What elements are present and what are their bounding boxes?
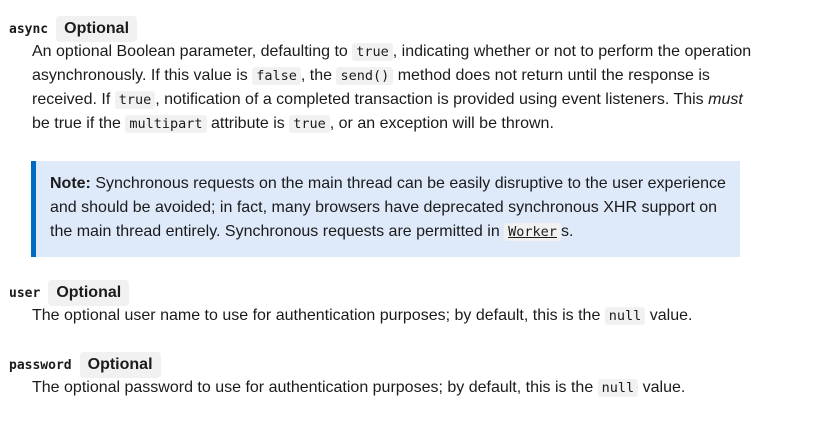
code-true: true <box>289 115 330 133</box>
emphasis-must: must <box>708 91 743 108</box>
code-null: null <box>597 379 639 397</box>
note-text: Synchronous requests on the main thread … <box>50 175 726 240</box>
desc-text: The optional user name to use for authen… <box>32 307 605 324</box>
code-false: false <box>252 67 301 85</box>
desc-text: value. <box>645 307 693 324</box>
code-true: true <box>114 91 156 109</box>
code-null: null <box>604 307 646 325</box>
param-password-term: password Optional <box>9 352 161 378</box>
note-label: Note: <box>50 175 91 192</box>
param-async-description: An optional Boolean parameter, defaultin… <box>32 40 752 136</box>
optional-badge: Optional <box>48 280 130 306</box>
param-async-term: async Optional <box>9 16 138 42</box>
code-true: true <box>352 43 393 61</box>
desc-text: , or an exception will be thrown. <box>329 115 554 132</box>
param-user-description: The optional user name to use for authen… <box>32 304 752 328</box>
desc-text: be true if the <box>32 115 126 132</box>
desc-text: , notification of a completed transactio… <box>155 91 709 108</box>
param-async-name: async <box>9 21 49 37</box>
desc-text: , the <box>300 67 337 84</box>
param-password-description: The optional password to use for authent… <box>32 376 752 400</box>
note-text-end: s. <box>560 223 574 240</box>
optional-badge: Optional <box>56 16 138 42</box>
note-callout: Note: Synchronous requests on the main t… <box>31 161 740 257</box>
code-send: send() <box>336 67 394 85</box>
param-password-name: password <box>9 357 72 373</box>
worker-link[interactable]: Worker <box>504 223 561 241</box>
param-user-term: user Optional <box>9 280 130 306</box>
desc-text: value. <box>638 379 686 396</box>
desc-text: attribute is <box>206 115 290 132</box>
optional-badge: Optional <box>79 352 161 378</box>
desc-text: An optional Boolean parameter, defaultin… <box>32 43 353 60</box>
code-multipart: multipart <box>125 115 207 133</box>
param-user-name: user <box>9 285 41 301</box>
desc-text: The optional password to use for authent… <box>32 379 598 396</box>
worker-code: Worker <box>504 223 561 241</box>
